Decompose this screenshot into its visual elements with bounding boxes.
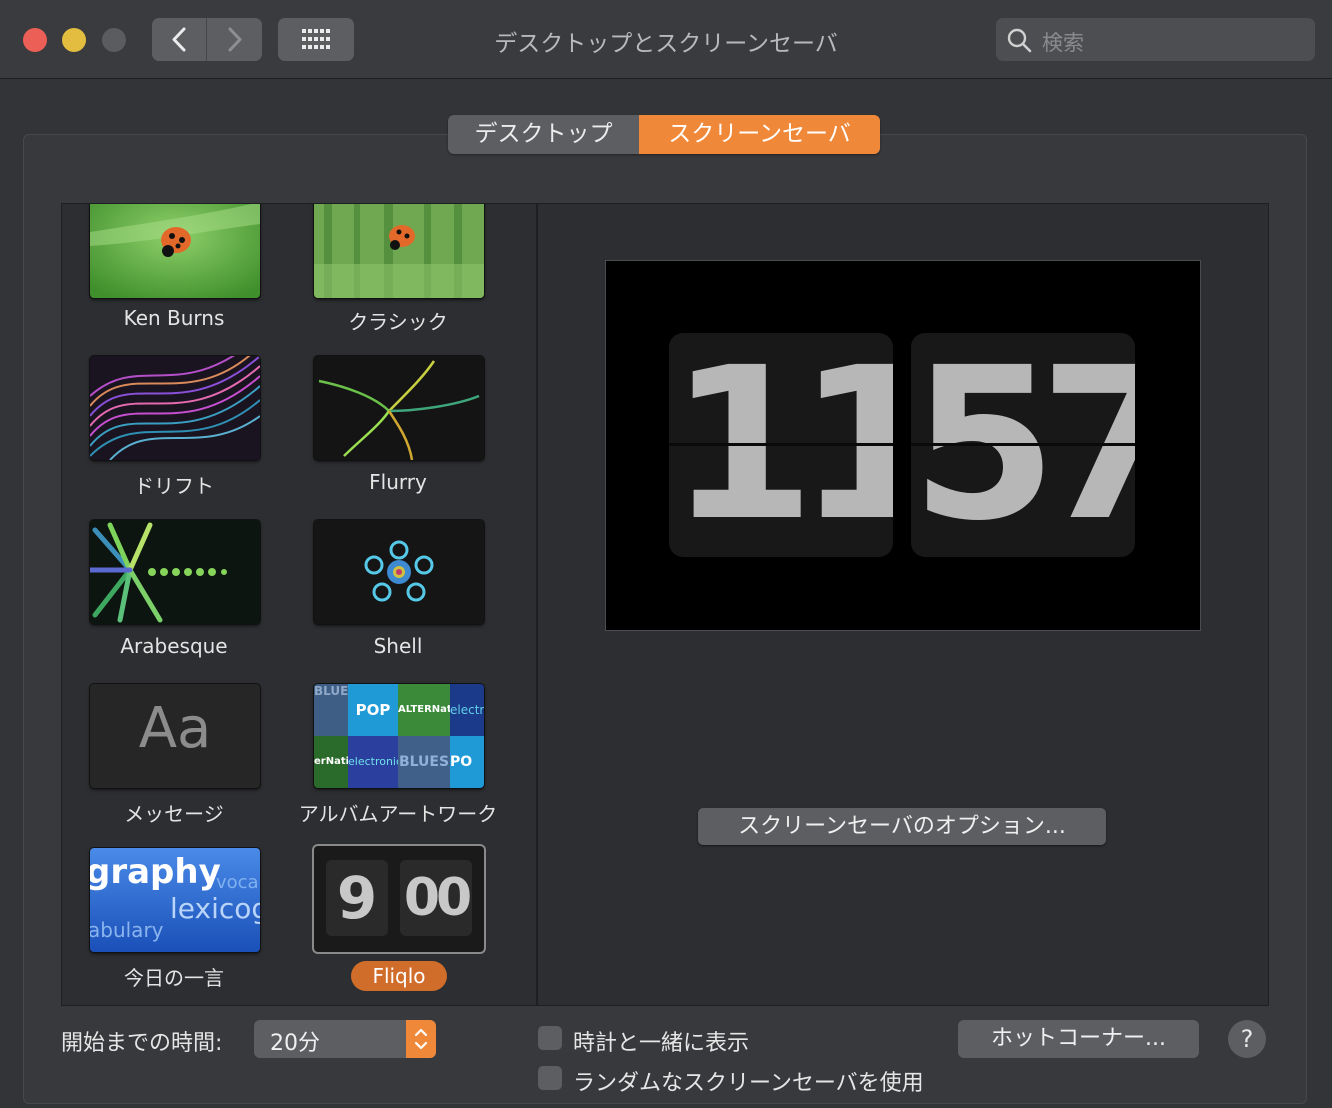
flip-divider	[669, 443, 893, 446]
label-fliqlo-selected: Fliqlo	[351, 961, 447, 991]
start-after-label: 開始までの時間:	[61, 1031, 223, 1056]
screensaver-list[interactable]: Ken Burns クラシック ドリフト Flurry Arabesque Sh…	[61, 203, 537, 1006]
album-tile: PO	[450, 736, 484, 788]
label-message: メッセージ	[124, 802, 224, 826]
thumb-flurry[interactable]	[314, 356, 484, 460]
back-button[interactable]	[152, 18, 207, 61]
preview-minute-card: 57	[911, 333, 1135, 557]
screensaver-options-button[interactable]: スクリーンセーバのオプション...	[698, 808, 1106, 845]
album-tile: erNative	[314, 736, 348, 788]
thumb-drift[interactable]	[90, 356, 260, 460]
label-word-of-the-day: 今日の一言	[124, 966, 224, 990]
close-window-button[interactable]	[23, 28, 47, 52]
label-shell: Shell	[373, 634, 423, 658]
start-after-popup[interactable]: 20分	[254, 1020, 436, 1058]
minimize-window-button[interactable]	[62, 28, 86, 52]
random-screensaver-checkbox[interactable]	[538, 1066, 562, 1090]
thumb-shell[interactable]	[314, 520, 484, 624]
label-classic: クラシック	[348, 310, 448, 334]
fliqlo-hour: 9	[336, 864, 378, 932]
label-flurry: Flurry	[369, 470, 427, 494]
help-button[interactable]: ?	[1228, 1020, 1266, 1058]
show-all-button[interactable]	[278, 18, 354, 61]
preview-hour-card: 11	[669, 333, 893, 557]
thumb-word-of-the-day[interactable]: graphy voca lexicog abulary	[90, 848, 260, 952]
show-with-clock-label: 時計と一緒に表示	[573, 1031, 750, 1056]
random-screensaver-label: ランダムなスクリーンセーバを使用	[573, 1071, 924, 1096]
forest-ladybug-image	[314, 204, 484, 298]
arabesque-image	[90, 520, 260, 624]
album-tile: electronic	[348, 736, 398, 788]
fliqlo-minute: 00	[403, 868, 472, 928]
hot-corners-button[interactable]: ホットコーナー...	[958, 1020, 1199, 1058]
label-ken-burns: Ken Burns	[123, 306, 225, 330]
word-3: lexicog	[170, 892, 260, 925]
start-after-value: 20分	[270, 1031, 320, 1056]
word-4: abulary	[90, 918, 164, 942]
screensaver-preview: 11 57	[605, 260, 1201, 631]
grid-icon	[302, 29, 330, 49]
forward-button[interactable]	[208, 18, 262, 61]
updown-arrow-icon	[406, 1020, 436, 1058]
drift-image	[90, 356, 260, 460]
chevron-left-icon	[172, 27, 186, 52]
ladybug-image	[90, 204, 260, 298]
label-album-artwork: アルバムアートワーク	[298, 802, 498, 826]
fliqlo-hour-card: 9	[326, 860, 388, 936]
titlebar: デスクトップとスクリーンセーバ 検索	[0, 0, 1332, 79]
word-1: graphy	[90, 852, 221, 892]
flurry-image	[314, 356, 484, 460]
album-grid: BLUES POP ALTERNative electro erNative e…	[314, 684, 484, 788]
thumb-arabesque[interactable]	[90, 520, 260, 624]
thumb-message[interactable]: Aa	[90, 684, 260, 788]
preview-panel: 11 57 スクリーンセーバのオプション...	[537, 203, 1269, 1006]
album-tile: BLUES	[314, 684, 348, 736]
tab-screensaver[interactable]: スクリーンセーバ	[639, 115, 880, 154]
tab-desktop[interactable]: デスクトップ	[448, 115, 639, 154]
album-tile: POP	[348, 684, 398, 736]
fliqlo-minute-card: 00	[400, 860, 472, 936]
zoom-window-button[interactable]	[102, 28, 126, 52]
flip-divider	[911, 443, 1135, 446]
thumb-classic[interactable]	[314, 204, 484, 298]
search-field[interactable]: 検索	[996, 18, 1315, 61]
shell-image	[314, 520, 484, 624]
album-tile: ALTERNative	[398, 684, 450, 736]
search-placeholder: 検索	[1042, 31, 1084, 55]
label-arabesque: Arabesque	[120, 634, 228, 658]
thumb-album-artwork[interactable]: BLUES POP ALTERNative electro erNative e…	[314, 684, 484, 788]
chevron-right-icon	[228, 27, 242, 52]
window-title: デスクトップとスクリーンセーバ	[494, 31, 838, 57]
show-with-clock-checkbox[interactable]	[538, 1026, 562, 1050]
search-icon	[1007, 28, 1032, 53]
word-2: voca	[216, 872, 259, 893]
tab-control: デスクトップ スクリーンセーバ	[448, 115, 880, 154]
thumb-fliqlo[interactable]: 9 00	[314, 846, 484, 952]
thumb-ken-burns[interactable]	[90, 204, 260, 298]
navigation-buttons	[152, 18, 262, 61]
message-text: Aa	[138, 696, 212, 761]
album-tile: electro	[450, 684, 484, 736]
label-drift: ドリフト	[134, 474, 214, 498]
album-tile: BLUES	[398, 736, 450, 788]
